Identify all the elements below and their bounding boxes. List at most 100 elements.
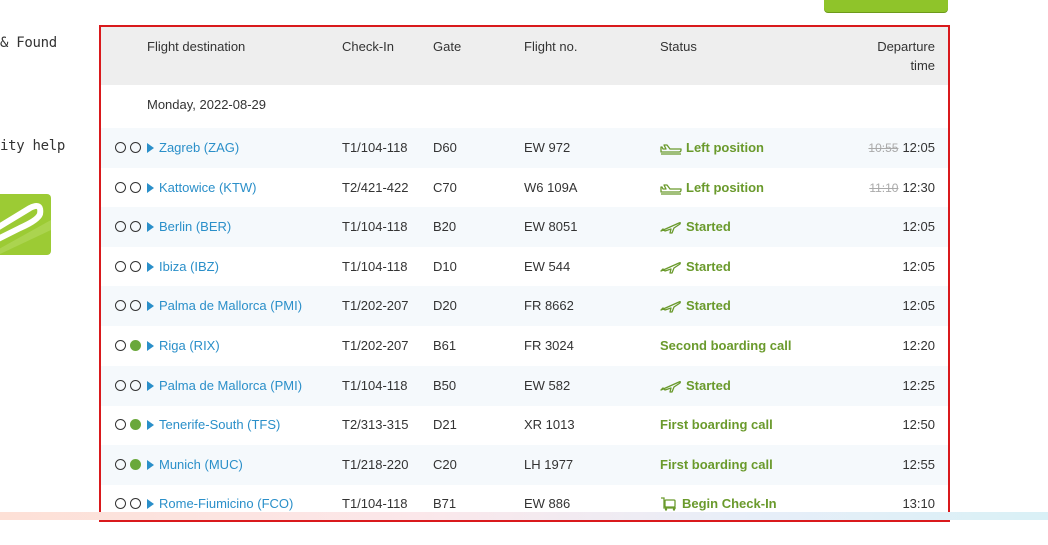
destination-link[interactable]: Palma de Mallorca (PMI) — [147, 378, 302, 393]
promo-tile[interactable] — [0, 194, 51, 255]
current-time: 12:55 — [902, 456, 935, 472]
table-row[interactable]: Kattowice (KTW) T2/421-422 C70 W6 109A Left … — [101, 168, 948, 208]
destination-link[interactable]: Tenerife-South (TFS) — [147, 417, 280, 432]
plane-logo-icon — [0, 203, 51, 255]
flight-number-cell: LH 1977 — [524, 456, 574, 472]
departure-time-cell: 12:05 — [902, 298, 935, 313]
destination-label: Berlin (BER) — [159, 219, 232, 235]
gate-cell: D20 — [433, 298, 457, 314]
departure-time-cell: 12:50 — [902, 417, 935, 432]
status-label: Started — [686, 377, 731, 393]
table-row[interactable]: Palma de Mallorca (PMI) T1/202-207 D20 FR 8… — [101, 286, 948, 327]
boarding-circle-icon[interactable] — [130, 498, 141, 510]
play-triangle-icon — [147, 341, 154, 351]
destination-label: Riga (RIX) — [159, 338, 220, 353]
table-header: Flight destination Check-In Gate Flight … — [101, 27, 948, 85]
status-label: Second boarding call — [660, 338, 792, 353]
footer-gradient-strip — [0, 512, 1048, 520]
table-row[interactable]: Riga (RIX) T1/202-207 B61 FR 3024 Second boa… — [101, 326, 948, 366]
checkin-cell: T1/104-118 — [342, 219, 408, 235]
header-destination[interactable]: Flight destination — [147, 39, 245, 54]
flight-follow-indicators[interactable] — [115, 142, 145, 154]
table-row[interactable]: Zagreb (ZAG) T1/104-118 D60 EW 972 Left posi… — [101, 128, 948, 168]
table-row[interactable]: Berlin (BER) T1/104-118 B20 EW 8051 Started 1… — [101, 207, 948, 248]
boarding-circle-icon[interactable] — [130, 181, 141, 193]
current-time: 12:20 — [902, 338, 935, 353]
header-checkin[interactable]: Check-In — [342, 39, 394, 54]
destination-link[interactable]: Zagreb (ZAG) — [147, 140, 239, 155]
destination-label: Rome-Fiumicino (FCO) — [159, 496, 294, 512]
follow-circle-icon[interactable] — [115, 340, 126, 351]
header-gate[interactable]: Gate — [433, 39, 461, 54]
flight-follow-indicators[interactable] — [115, 458, 145, 471]
play-triangle-icon — [147, 182, 154, 193]
top-action-button[interactable] — [824, 0, 948, 12]
follow-circle-icon[interactable] — [115, 300, 126, 312]
boarding-circle-icon[interactable] — [130, 458, 141, 470]
follow-circle-icon[interactable] — [115, 181, 126, 193]
flight-follow-indicators[interactable] — [115, 300, 145, 312]
play-triangle-icon — [147, 261, 154, 272]
header-departure-time[interactable]: Departure time — [855, 37, 935, 75]
header-flight-no[interactable]: Flight no. — [524, 39, 577, 54]
plane-takeoff-icon — [660, 259, 686, 274]
departure-time-cell: 13:10 — [902, 496, 935, 511]
boarding-circle-icon[interactable] — [130, 142, 141, 153]
destination-link[interactable]: Munich (MUC) — [147, 457, 243, 472]
plane-takeoff-icon — [660, 378, 686, 393]
current-time: 12:50 — [902, 417, 935, 433]
destination-link[interactable]: Palma de Mallorca (PMI) — [147, 298, 302, 313]
page: & Found ity help Flight destination Chec… — [0, 0, 1048, 545]
nav-link-security-help[interactable]: ity help — [0, 138, 65, 154]
checkin-cell: T2/421-422 — [342, 179, 409, 195]
checkin-cell: T1/104-118 — [342, 258, 408, 274]
flight-follow-indicators[interactable] — [115, 340, 145, 352]
status-cell: Left position — [660, 140, 764, 155]
boarding-circle-icon[interactable] — [130, 260, 141, 272]
departure-time-cell: 12:20 — [902, 338, 935, 353]
table-row[interactable]: Ibiza (IBZ) T1/104-118 D10 EW 544 Started 12:… — [101, 247, 948, 287]
follow-circle-icon[interactable] — [115, 142, 126, 153]
flight-follow-indicators[interactable] — [115, 260, 145, 273]
header-status[interactable]: Status — [660, 39, 697, 54]
destination-link[interactable]: Ibiza (IBZ) — [147, 259, 219, 274]
follow-circle-icon[interactable] — [115, 419, 126, 431]
flight-follow-indicators[interactable] — [115, 221, 145, 233]
gate-cell: D21 — [433, 417, 457, 433]
follow-circle-icon[interactable] — [115, 221, 126, 233]
table-row[interactable]: Tenerife-South (TFS) T2/313-315 D21 XR 1013… — [101, 405, 948, 445]
current-time: 12:05 — [902, 140, 935, 155]
flight-follow-indicators[interactable] — [115, 498, 145, 510]
flight-number-cell: FR 8662 — [524, 298, 574, 314]
follow-circle-icon[interactable] — [115, 498, 126, 510]
table-row[interactable]: Palma de Mallorca (PMI) T1/104-118 B50 EW 5… — [101, 365, 948, 406]
checkin-cell: T2/313-315 — [342, 417, 409, 433]
destination-link[interactable]: Kattowice (KTW) — [147, 180, 257, 195]
departure-time-cell: 11:10 12:30 — [869, 180, 935, 195]
original-time: 10:55 — [868, 141, 899, 155]
destination-link[interactable]: Berlin (BER) — [147, 219, 231, 234]
boarding-circle-icon[interactable] — [130, 340, 141, 351]
follow-circle-icon[interactable] — [115, 260, 126, 272]
destination-link[interactable]: Riga (RIX) — [147, 338, 220, 353]
flight-departure-board: Flight destination Check-In Gate Flight … — [99, 25, 950, 522]
follow-circle-icon[interactable] — [115, 458, 126, 470]
status-cell: Started — [660, 259, 731, 274]
destination-label: Zagreb (ZAG) — [159, 140, 240, 155]
flight-follow-indicators[interactable] — [115, 379, 145, 392]
follow-circle-icon[interactable] — [115, 379, 126, 391]
destination-link[interactable]: Rome-Fiumicino (FCO) — [147, 496, 293, 511]
current-time: 12:05 — [902, 219, 935, 235]
header-departure-line1: Departure — [877, 39, 935, 54]
flight-follow-indicators[interactable] — [115, 419, 145, 431]
boarding-circle-icon[interactable] — [130, 379, 141, 391]
boarding-circle-icon[interactable] — [130, 419, 141, 431]
boarding-circle-icon[interactable] — [130, 300, 141, 312]
status-cell: Second boarding call — [660, 338, 791, 353]
flight-number-cell: EW 582 — [524, 377, 571, 393]
nav-link-lost-found[interactable]: & Found — [0, 35, 57, 51]
table-row[interactable]: Munich (MUC) T1/218-220 C20 LH 1977 First bo… — [101, 444, 948, 485]
boarding-circle-icon[interactable] — [130, 221, 141, 233]
flight-number-cell: EW 972 — [524, 140, 571, 155]
flight-follow-indicators[interactable] — [115, 181, 145, 194]
